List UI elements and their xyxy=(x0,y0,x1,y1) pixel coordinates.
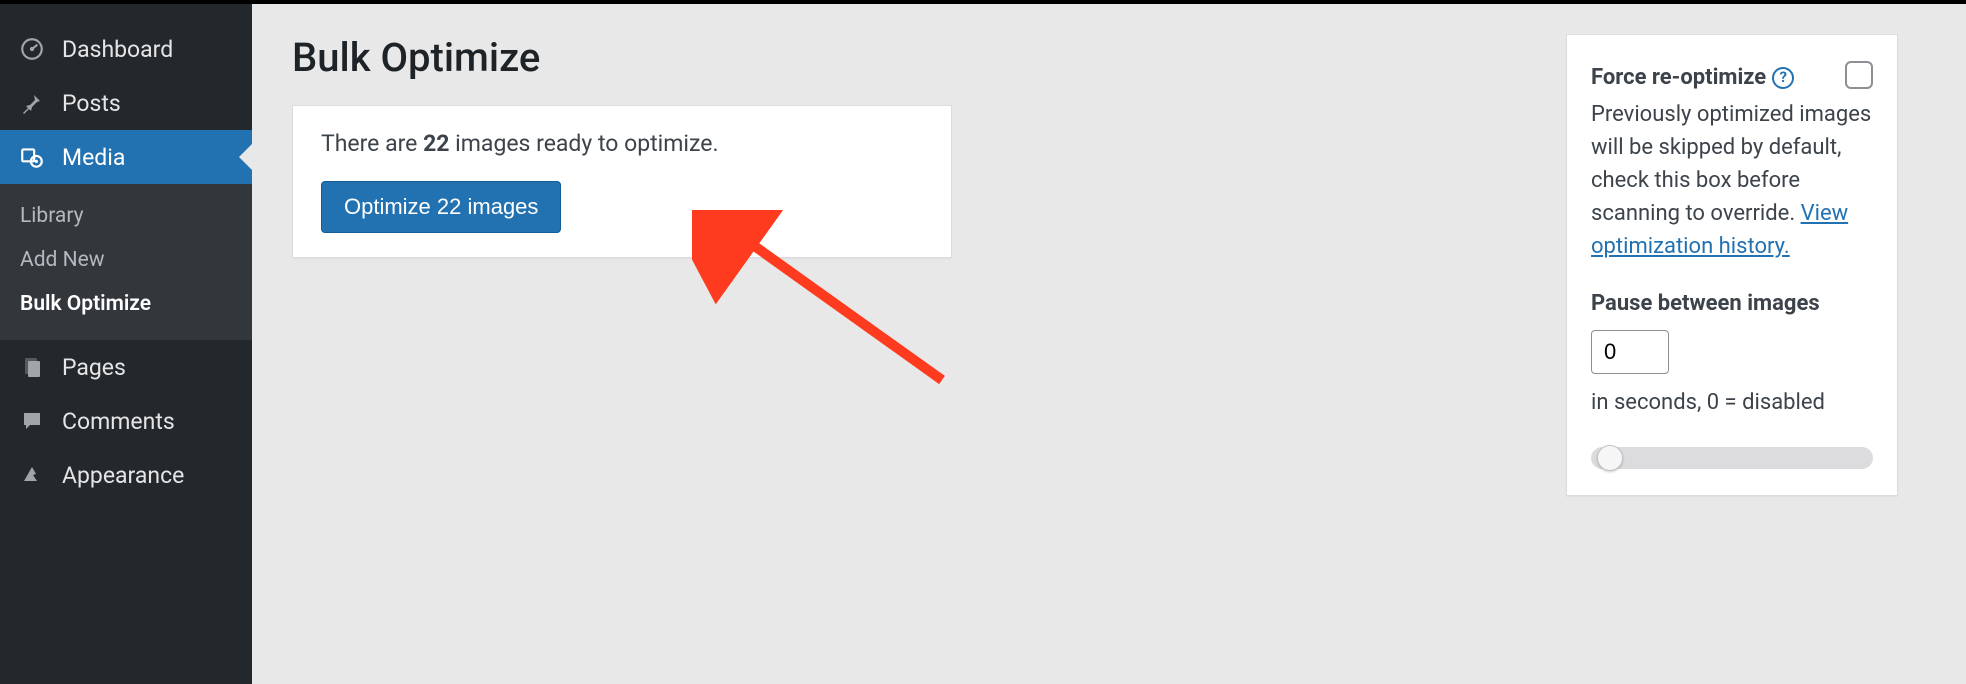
nav-label: Dashboard xyxy=(62,36,173,63)
dashboard-icon xyxy=(18,35,46,63)
nav-label: Pages xyxy=(62,354,126,381)
sidebar-item-media[interactable]: Media xyxy=(0,130,252,184)
sidebar-item-dashboard[interactable]: Dashboard xyxy=(0,22,252,76)
status-text: There are 22 images ready to optimize. xyxy=(321,130,923,157)
media-icon xyxy=(18,143,46,171)
optimize-panel: There are 22 images ready to optimize. O… xyxy=(292,105,952,258)
nav-label: Appearance xyxy=(62,462,184,489)
pause-label: Pause between images xyxy=(1591,287,1873,320)
help-icon[interactable]: ? xyxy=(1772,67,1794,89)
submenu-add-new[interactable]: Add New xyxy=(0,238,252,282)
comments-icon xyxy=(18,407,46,435)
sidebar-item-posts[interactable]: Posts xyxy=(0,76,252,130)
submenu-library[interactable]: Library xyxy=(0,194,252,238)
sidebar-item-comments[interactable]: Comments xyxy=(0,394,252,448)
slider-thumb[interactable] xyxy=(1597,445,1623,471)
page-title: Bulk Optimize xyxy=(292,34,952,81)
pages-icon xyxy=(18,353,46,381)
main-content: Bulk Optimize There are 22 images ready … xyxy=(252,4,1966,684)
pin-icon xyxy=(18,89,46,117)
admin-sidebar: Dashboard Posts Media Library Add New Bu… xyxy=(0,4,252,684)
force-reoptimize-label: Force re-optimize ? xyxy=(1591,61,1794,94)
media-submenu: Library Add New Bulk Optimize xyxy=(0,184,252,340)
pause-unit: in seconds, 0 = disabled xyxy=(1591,386,1825,419)
force-reoptimize-desc: Previously optimized images will be skip… xyxy=(1591,98,1873,263)
image-count: 22 xyxy=(423,130,449,157)
optimize-button[interactable]: Optimize 22 images xyxy=(321,181,561,233)
pause-input[interactable] xyxy=(1591,330,1669,374)
pause-slider[interactable] xyxy=(1591,447,1873,469)
force-reoptimize-checkbox[interactable] xyxy=(1845,61,1873,89)
options-panel: Force re-optimize ? Previously optimized… xyxy=(1566,34,1898,496)
appearance-icon xyxy=(18,461,46,489)
nav-label: Media xyxy=(62,144,125,171)
nav-label: Comments xyxy=(62,408,175,435)
sidebar-item-appearance[interactable]: Appearance xyxy=(0,448,252,502)
sidebar-item-pages[interactable]: Pages xyxy=(0,340,252,394)
nav-label: Posts xyxy=(62,90,121,117)
submenu-bulk-optimize[interactable]: Bulk Optimize xyxy=(0,282,252,326)
